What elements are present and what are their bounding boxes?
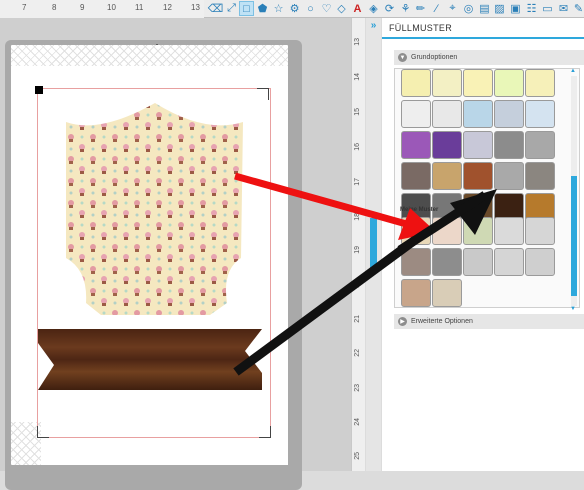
- pattern-swatch[interactable]: [401, 279, 431, 307]
- section-advanced-label: Erweiterte Optionen: [411, 318, 473, 325]
- pattern-swatch[interactable]: [525, 131, 555, 159]
- design-shapes: [38, 103, 262, 390]
- ruler-label: 15: [354, 108, 361, 116]
- shield-shape[interactable]: [66, 103, 243, 315]
- pen-icon[interactable]: ✏: [413, 1, 428, 16]
- double-chevron-icon[interactable]: »: [367, 20, 380, 32]
- ruler-label: 19: [354, 246, 361, 254]
- pattern-swatch[interactable]: [463, 131, 493, 159]
- chevron-right-icon: ▶: [398, 317, 407, 326]
- panel-title-rule: [382, 37, 584, 39]
- pattern-swatch[interactable]: [494, 131, 524, 159]
- section-advanced-options[interactable]: ▶ Erweiterte Optionen: [394, 314, 584, 329]
- section-basic-options[interactable]: ▼ Grundoptionen: [394, 50, 584, 65]
- pattern-swatch[interactable]: [525, 69, 555, 97]
- ruler-label: 22: [354, 349, 361, 357]
- pattern-swatch[interactable]: [525, 217, 555, 245]
- section-basic-label: Grundoptionen: [411, 54, 458, 61]
- pattern-swatch[interactable]: [525, 248, 555, 276]
- panel-title: FÜLLMUSTER: [389, 23, 453, 33]
- ruler-label: 13: [354, 38, 361, 46]
- pattern-swatch[interactable]: [463, 69, 493, 97]
- polyline-icon[interactable]: ⌖: [445, 1, 460, 16]
- rotate-icon[interactable]: ⟳: [382, 1, 397, 16]
- pattern-swatch[interactable]: [432, 69, 462, 97]
- text-icon[interactable]: A: [350, 1, 365, 16]
- pattern-swatch[interactable]: [463, 248, 493, 276]
- pattern-swatch[interactable]: [494, 100, 524, 128]
- knife-icon[interactable]: ⚘: [398, 1, 413, 16]
- ruler-label: 21: [354, 315, 361, 323]
- pattern-swatch[interactable]: [463, 162, 493, 190]
- ruler-label: 20: [354, 280, 361, 288]
- pattern-swatch[interactable]: [432, 248, 462, 276]
- scroll-thumb[interactable]: [571, 176, 577, 296]
- mirror-icon[interactable]: ▨: [492, 1, 507, 16]
- pattern-swatch[interactable]: [432, 131, 462, 159]
- pattern-swatch[interactable]: [432, 100, 462, 128]
- pattern-swatch[interactable]: [401, 131, 431, 159]
- ruler-label: 24: [354, 418, 361, 426]
- offset-icon[interactable]: ☷: [524, 1, 539, 16]
- pattern-swatch[interactable]: [463, 217, 493, 245]
- vertical-ruler: 13 14 15 16 17 18 19 20 21 22 23 24 25: [351, 18, 365, 471]
- fill-icon[interactable]: ▣: [508, 1, 523, 16]
- pattern-swatch[interactable]: [494, 217, 524, 245]
- scroll-up-icon[interactable]: ▲: [570, 68, 576, 74]
- fill-pattern-panel: FÜLLMUSTER ▼ Grundoptionen Meine Muster …: [382, 18, 584, 471]
- ruler-label: 25: [354, 452, 361, 460]
- pattern-swatch[interactable]: [525, 100, 555, 128]
- pattern-swatch[interactable]: [432, 217, 462, 245]
- layers-icon[interactable]: ▭: [540, 1, 555, 16]
- ruler-label: 18: [354, 213, 361, 221]
- scroll-down-icon[interactable]: ▼: [570, 306, 576, 312]
- pattern-swatch[interactable]: [401, 100, 431, 128]
- chevron-down-icon: ▼: [398, 53, 407, 62]
- line-icon[interactable]: ∕: [429, 1, 444, 16]
- pattern-swatch[interactable]: [494, 162, 524, 190]
- divider-handle[interactable]: [370, 218, 377, 268]
- pattern-swatch[interactable]: [401, 217, 431, 245]
- pattern-swatch[interactable]: [401, 69, 431, 97]
- pattern-swatch[interactable]: [432, 162, 462, 190]
- eyedropper-icon[interactable]: ✎: [571, 1, 584, 16]
- pattern-swatch[interactable]: [401, 248, 431, 276]
- ruler-label: 17: [354, 178, 361, 186]
- panel-divider[interactable]: »: [366, 18, 381, 471]
- node-icon[interactable]: ◈: [366, 1, 381, 16]
- ruler-label: 16: [354, 143, 361, 151]
- registration-icon[interactable]: ◎: [461, 1, 476, 16]
- pattern-grid: Meine Muster ▲ ▼: [394, 68, 580, 312]
- pattern-swatch[interactable]: [432, 279, 462, 307]
- pattern-swatch[interactable]: [525, 162, 555, 190]
- pattern-swatch[interactable]: [401, 162, 431, 190]
- pattern-swatch[interactable]: [463, 100, 493, 128]
- ruler-label: 14: [354, 73, 361, 81]
- ruler-label: 23: [354, 384, 361, 392]
- pattern-swatch[interactable]: [494, 248, 524, 276]
- library-icon[interactable]: ✉: [556, 1, 571, 16]
- wood-banner-shape[interactable]: [38, 329, 262, 390]
- pattern-swatch[interactable]: [494, 69, 524, 97]
- trace-icon[interactable]: ▤: [477, 1, 492, 16]
- pattern-scrollbar[interactable]: ▲ ▼: [570, 68, 577, 312]
- my-patterns-label: Meine Muster: [400, 207, 439, 213]
